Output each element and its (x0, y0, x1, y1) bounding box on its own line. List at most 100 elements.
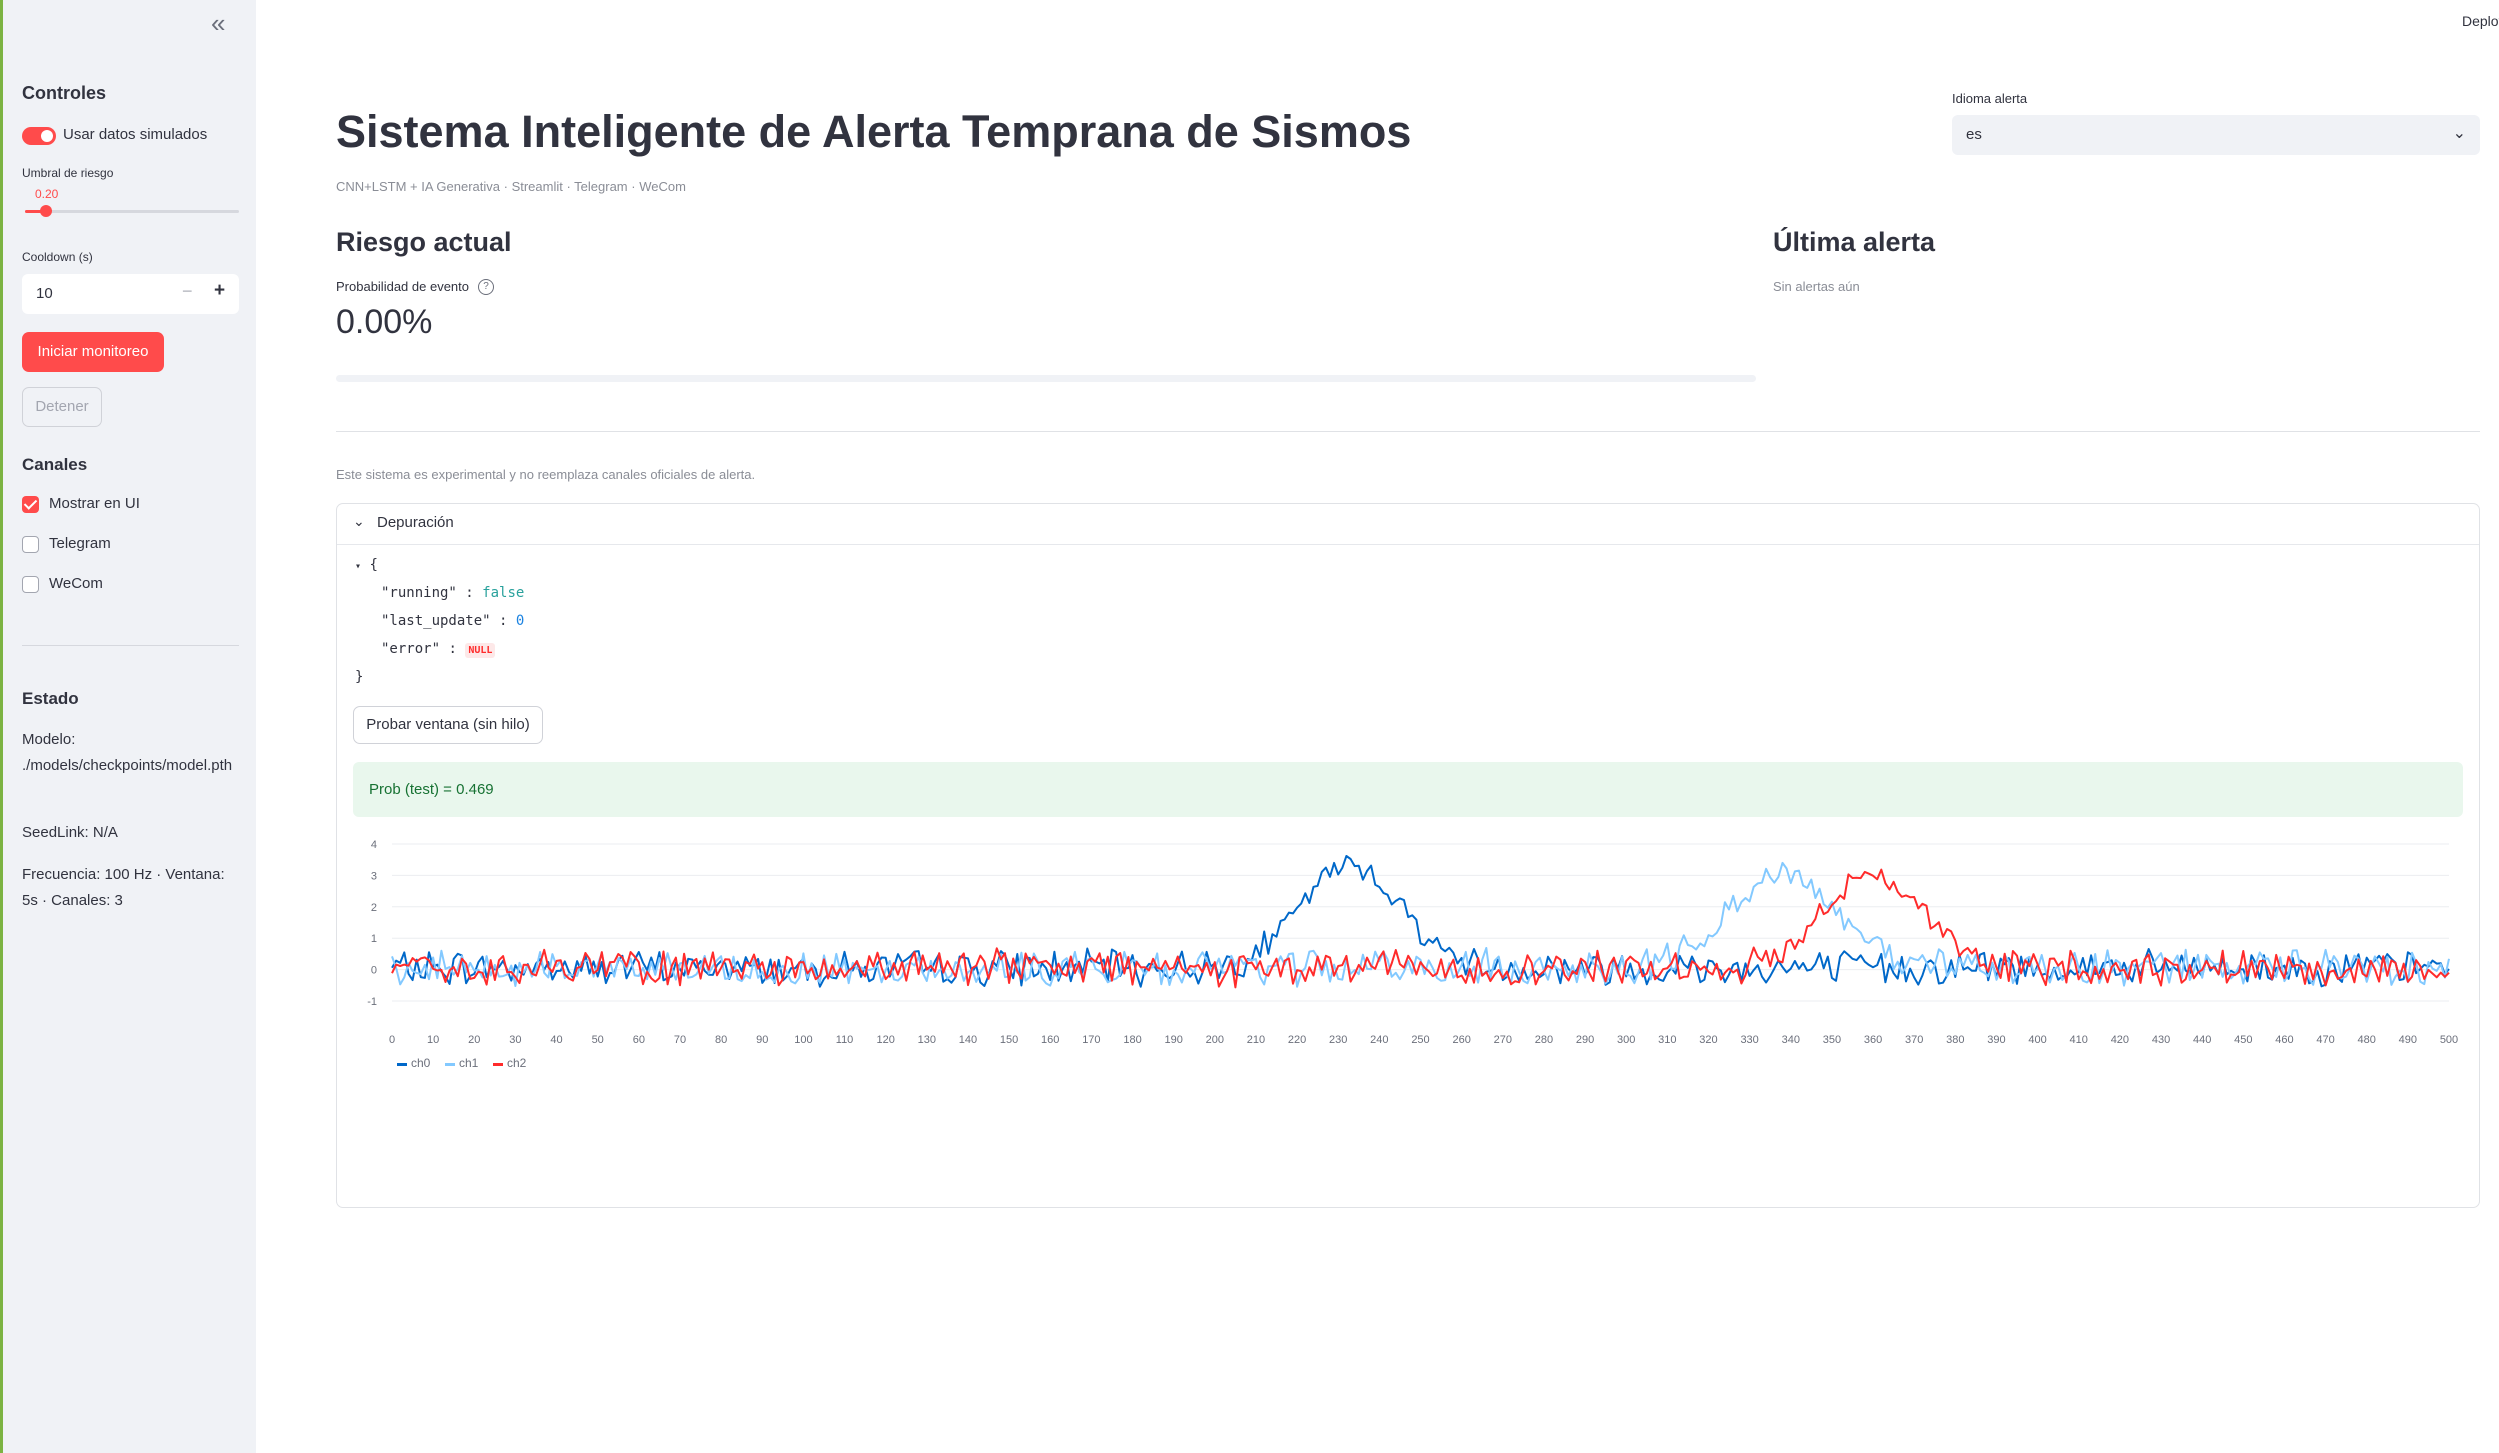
debug-expander: ⌄ Depuración ▾ { "running" : false "last… (336, 503, 2480, 1208)
increment-icon[interactable]: + (214, 280, 225, 302)
x-tick-label: 480 (2358, 1034, 2376, 1046)
json-entry: "last_update" : 0 (381, 613, 525, 629)
decrement-icon[interactable]: − (182, 281, 193, 302)
simulated-data-toggle[interactable] (22, 127, 56, 145)
x-tick-label: 210 (1247, 1034, 1265, 1046)
y-tick-label: 1 (371, 933, 377, 945)
x-tick-label: 0 (389, 1034, 395, 1046)
cooldown-value: 10 (36, 285, 53, 302)
start-monitoring-button[interactable]: Iniciar monitoreo (22, 332, 164, 372)
cooldown-input[interactable]: 10 − + (22, 274, 239, 314)
y-tick-label: 0 (371, 965, 377, 977)
controls-title: Controles (22, 83, 107, 103)
collapse-sidebar-icon[interactable]: « (211, 8, 225, 39)
x-tick-label: 420 (2111, 1034, 2129, 1046)
channel-label-ui: Mostrar en UI (49, 495, 140, 512)
x-tick-label: 470 (2316, 1034, 2334, 1046)
legend-label-ch1: ch1 (459, 1056, 479, 1070)
x-tick-label: 300 (1617, 1034, 1635, 1046)
x-tick-label: 60 (633, 1034, 645, 1046)
checkbox-telegram[interactable] (22, 536, 39, 553)
debug-title: Depuración (377, 514, 454, 531)
x-tick-label: 10 (427, 1034, 439, 1046)
simulated-data-label: Usar datos simulados (63, 126, 208, 143)
toggle-knob (41, 130, 53, 142)
x-tick-label: 220 (1288, 1034, 1306, 1046)
x-tick-label: 100 (794, 1034, 812, 1046)
debug-expander-header[interactable]: ⌄ Depuración (337, 504, 2479, 545)
x-tick-label: 170 (1082, 1034, 1100, 1046)
x-tick-label: 240 (1370, 1034, 1388, 1046)
seedlink-text: SeedLink: N/A (22, 824, 118, 841)
x-tick-label: 50 (592, 1034, 604, 1046)
risk-threshold-label: Umbral de riesgo (22, 166, 114, 180)
language-select[interactable]: es ⌄ (1952, 115, 2480, 155)
x-tick-label: 440 (2193, 1034, 2211, 1046)
json-entry: "error" : NULL (381, 641, 496, 658)
json-close-brace: } (355, 669, 364, 685)
x-tick-label: 360 (1864, 1034, 1882, 1046)
json-key: "error" (381, 641, 441, 657)
chevron-down-icon: ⌄ (353, 513, 365, 529)
x-tick-label: 270 (1494, 1034, 1512, 1046)
model-path-text: Modelo: ./models/checkpoints/model.pth (22, 731, 233, 774)
chevron-down-icon: ⌄ (2452, 125, 2466, 142)
language-value: es (1966, 126, 1982, 143)
legend-swatch-ch1 (445, 1063, 455, 1066)
x-tick-label: 200 (1206, 1034, 1224, 1046)
sidebar: « Controles Usar datos simulados Umbral … (0, 0, 256, 1453)
x-tick-label: 390 (1987, 1034, 2005, 1046)
legend-label-ch0: ch0 (411, 1056, 431, 1070)
y-tick-label: 2 (371, 902, 377, 914)
y-tick-label: -1 (367, 996, 377, 1008)
x-tick-label: 320 (1699, 1034, 1717, 1046)
json-value: false (482, 585, 525, 601)
x-tick-label: 130 (918, 1034, 936, 1046)
legend-label-ch2: ch2 (507, 1056, 527, 1070)
legend-swatch-ch2 (493, 1063, 503, 1066)
x-tick-label: 370 (1905, 1034, 1923, 1046)
test-result-text: Prob (test) = 0.469 (369, 781, 494, 798)
y-tick-label: 3 (371, 870, 377, 882)
x-tick-label: 400 (2028, 1034, 2046, 1046)
x-tick-label: 280 (1535, 1034, 1553, 1046)
risk-threshold-value: 0.20 (35, 187, 59, 201)
x-tick-label: 340 (1782, 1034, 1800, 1046)
series-line-ch1 (391, 861, 2450, 988)
json-collapse-icon[interactable]: ▾ (355, 561, 361, 572)
channel-label-telegram: Telegram (49, 535, 111, 552)
json-value: 0 (515, 613, 525, 629)
x-tick-label: 140 (959, 1034, 977, 1046)
sidebar-divider (22, 645, 239, 646)
x-tick-label: 40 (550, 1034, 562, 1046)
slider-handle[interactable] (40, 205, 53, 217)
channel-label-wecom: WeCom (49, 575, 103, 592)
x-tick-label: 180 (1123, 1034, 1141, 1046)
checkbox-wecom[interactable] (22, 576, 39, 593)
x-tick-label: 330 (1740, 1034, 1758, 1046)
x-tick-label: 410 (2070, 1034, 2088, 1046)
page-caption: CNN+LSTM + IA Generativa · Streamlit · T… (336, 179, 686, 194)
cooldown-label: Cooldown (s) (22, 250, 93, 264)
deploy-button[interactable]: Deploy (2462, 13, 2499, 29)
x-tick-label: 490 (2399, 1034, 2417, 1046)
x-tick-label: 90 (756, 1034, 768, 1046)
risk-threshold-slider[interactable] (25, 205, 239, 217)
x-tick-label: 30 (509, 1034, 521, 1046)
test-window-button[interactable]: Probar ventana (sin hilo) (353, 706, 543, 744)
stop-button[interactable]: Detener (22, 387, 102, 427)
x-tick-label: 150 (1000, 1034, 1018, 1046)
checkbox-show-ui[interactable] (22, 496, 39, 513)
metric-label: Probabilidad de evento (336, 279, 469, 294)
frequency-text: Frecuencia: 100 Hz · Ventana: 5s · Canal… (22, 866, 225, 909)
help-icon[interactable]: ? (478, 279, 494, 295)
x-tick-label: 430 (2152, 1034, 2170, 1046)
x-tick-label: 260 (1452, 1034, 1470, 1046)
status-title: Estado (22, 689, 79, 708)
x-tick-label: 230 (1329, 1034, 1347, 1046)
x-tick-label: 310 (1658, 1034, 1676, 1046)
legend-swatch-ch0 (397, 1063, 407, 1066)
page-title: Sistema Inteligente de Alerta Temprana d… (336, 106, 1412, 157)
no-alerts-text: Sin alertas aún (1773, 279, 1860, 294)
metric-value: 0.00% (336, 303, 433, 341)
